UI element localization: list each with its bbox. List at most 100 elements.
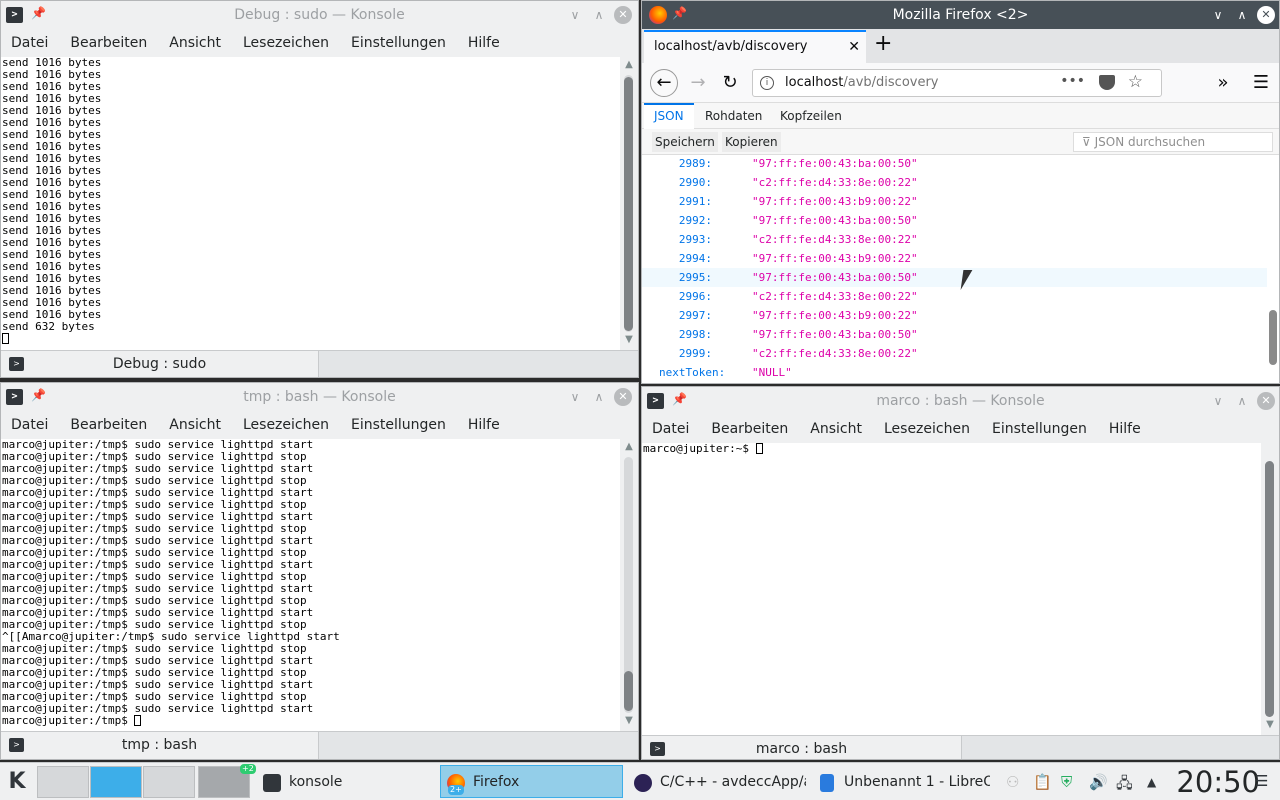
terminal-output[interactable]: send 1016 bytes send 1016 bytes send 1016 … [1, 57, 621, 350]
session-tab[interactable]: > Debug : sudo [1, 351, 319, 377]
task-firefox[interactable]: 2+ Firefox [440, 765, 623, 798]
menu-bearbeiten[interactable]: Bearbeiten [70, 417, 147, 433]
virtual-desktop-2[interactable] [90, 766, 142, 798]
save-button[interactable]: Speichern [652, 132, 718, 152]
close-icon[interactable]: ✕ [1257, 6, 1275, 24]
task-libreoffice[interactable]: Unbenannt 1 - LibreO [811, 765, 991, 798]
user-switch-icon[interactable]: ⚇ [1006, 773, 1019, 791]
new-tab-icon[interactable]: + [874, 31, 892, 56]
minimize-icon[interactable]: ∨ [566, 6, 584, 24]
konsole-app-icon[interactable]: > [647, 393, 664, 409]
minimize-icon[interactable]: ∨ [566, 388, 584, 406]
maximize-icon[interactable]: ∧ [1233, 6, 1251, 24]
menu-datei[interactable]: Datei [11, 35, 48, 51]
menu-hilfe[interactable]: Hilfe [468, 35, 500, 51]
maximize-icon[interactable]: ∧ [590, 6, 608, 24]
maximize-icon[interactable]: ∧ [590, 388, 608, 406]
back-icon[interactable]: ← [650, 69, 678, 97]
json-tree[interactable]: 2989: "97:ff:fe:00:43:ba:00:50" 2990: "c2:f… [642, 155, 1267, 383]
info-icon[interactable]: i [760, 76, 774, 90]
pin-icon[interactable]: 📌 [31, 6, 46, 20]
menu-einstellungen[interactable]: Einstellungen [992, 421, 1087, 437]
title-bar[interactable]: > 📌 tmp : bash — Konsole ∨ ∧ ✕ [1, 383, 638, 411]
volume-icon[interactable]: 🔊 [1089, 773, 1108, 791]
json-row[interactable]: 2992: "97:ff:fe:00:43:ba:00:50" [642, 211, 1267, 230]
firefox-app-icon[interactable] [649, 6, 667, 24]
menu-hilfe[interactable]: Hilfe [1109, 421, 1141, 437]
pin-icon[interactable]: 📌 [31, 388, 46, 402]
scroll-thumb[interactable] [1265, 461, 1274, 717]
terminal-output[interactable]: marco@jupiter:~$ [642, 443, 1262, 735]
menu-ansicht[interactable]: Ansicht [810, 421, 862, 437]
konsole-app-icon[interactable]: > [6, 7, 23, 23]
json-row[interactable]: 2999: "c2:ff:fe:d4:33:8e:00:22" [642, 344, 1267, 363]
update-shield-icon[interactable]: ⛨ [1061, 773, 1072, 791]
tab-json[interactable]: JSON [644, 103, 694, 129]
menu-lesezeichen[interactable]: Lesezeichen [243, 35, 329, 51]
json-filter-input[interactable]: ⊽ JSON durchsuchen [1073, 132, 1273, 152]
browser-tab[interactable]: localhost/avb/discovery ✕ [644, 30, 866, 63]
json-row-next-token[interactable]: nextToken: "NULL" [642, 363, 1267, 382]
pin-icon[interactable]: 📌 [672, 392, 687, 406]
title-bar[interactable]: 📌 Mozilla Firefox <2> ∨ ∧ ✕ [642, 1, 1279, 29]
json-row[interactable]: 2989: "97:ff:fe:00:43:ba:00:50" [642, 155, 1267, 173]
scroll-down-icon[interactable]: ▼ [620, 715, 638, 726]
pin-icon[interactable]: 📌 [672, 6, 687, 20]
json-row[interactable]: 2997: "97:ff:fe:00:43:b9:00:22" [642, 306, 1267, 325]
menu-datei[interactable]: Datei [652, 421, 689, 437]
json-scrollbar[interactable] [1267, 155, 1279, 383]
title-bar[interactable]: > 📌 Debug : sudo — Konsole ∨ ∧ ✕ [1, 1, 638, 29]
json-row[interactable]: 2993: "c2:ff:fe:d4:33:8e:00:22" [642, 230, 1267, 249]
scroll-thumb[interactable] [1269, 310, 1277, 365]
menu-hilfe[interactable]: Hilfe [468, 417, 500, 433]
menu-datei[interactable]: Datei [11, 417, 48, 433]
hamburger-menu-icon[interactable]: ☰ [1247, 69, 1275, 97]
session-tab[interactable]: > tmp : bash [1, 732, 319, 759]
tab-rohdaten[interactable]: Rohdaten [705, 103, 762, 129]
session-tab[interactable]: > marco : bash [642, 736, 962, 759]
minimize-icon[interactable]: ∨ [1209, 392, 1227, 410]
forward-icon[interactable]: → [684, 69, 712, 97]
close-icon[interactable]: ✕ [1257, 392, 1275, 410]
scrollbar[interactable]: ▲ ▼ [620, 57, 638, 350]
page-actions-icon[interactable]: ••• [1060, 73, 1085, 89]
menu-lesezeichen[interactable]: Lesezeichen [243, 417, 329, 433]
clipboard-icon[interactable]: 📋 [1033, 773, 1052, 791]
pocket-icon[interactable] [1099, 75, 1115, 90]
maximize-icon[interactable]: ∧ [1233, 392, 1251, 410]
menu-einstellungen[interactable]: Einstellungen [351, 35, 446, 51]
menu-ansicht[interactable]: Ansicht [169, 417, 221, 433]
scroll-up-icon[interactable]: ▲ [620, 59, 638, 70]
json-row[interactable]: 2990: "c2:ff:fe:d4:33:8e:00:22" [642, 173, 1267, 192]
tab-kopfzeilen[interactable]: Kopfzeilen [780, 103, 842, 129]
close-icon[interactable]: ✕ [614, 6, 632, 24]
scroll-up-icon[interactable]: ▲ [620, 441, 638, 452]
konsole-app-icon[interactable]: > [6, 389, 23, 405]
menu-ansicht[interactable]: Ansicht [169, 35, 221, 51]
bookmark-star-icon[interactable]: ☆ [1128, 72, 1143, 92]
json-row[interactable]: 2996: "c2:ff:fe:d4:33:8e:00:22" [642, 287, 1267, 306]
scroll-down-icon[interactable]: ▼ [620, 334, 638, 345]
kde-launcher-icon[interactable]: K [4, 769, 30, 795]
menu-bearbeiten[interactable]: Bearbeiten [70, 35, 147, 51]
json-row[interactable]: 2998: "97:ff:fe:00:43:ba:00:50" [642, 325, 1267, 344]
reload-icon[interactable]: ↻ [716, 69, 744, 97]
menu-lesezeichen[interactable]: Lesezeichen [884, 421, 970, 437]
panel-menu-icon[interactable]: ☰ [1255, 772, 1268, 790]
copy-button[interactable]: Kopieren [722, 132, 781, 152]
tab-close-icon[interactable]: ✕ [848, 32, 860, 62]
terminal-output[interactable]: marco@jupiter:/tmp$ sudo service lighttp… [1, 439, 621, 731]
overflow-chevron-icon[interactable]: » [1209, 69, 1237, 97]
menu-einstellungen[interactable]: Einstellungen [351, 417, 446, 433]
task-eclipse[interactable]: C/C++ - avdeccApp/a [627, 765, 807, 798]
minimize-icon[interactable]: ∨ [1209, 6, 1227, 24]
menu-bearbeiten[interactable]: Bearbeiten [711, 421, 788, 437]
close-icon[interactable]: ✕ [614, 388, 632, 406]
scroll-thumb[interactable] [624, 77, 633, 331]
tray-expand-icon[interactable]: ▲ [1147, 775, 1156, 789]
scrollbar[interactable]: ▼ [1261, 443, 1279, 735]
virtual-desktop-1[interactable] [37, 766, 89, 798]
title-bar[interactable]: > 📌 marco : bash — Konsole ∨ ∧ ✕ [642, 387, 1279, 415]
scroll-down-icon[interactable]: ▼ [1261, 719, 1279, 730]
network-icon[interactable]: 🖧 [1116, 773, 1133, 798]
